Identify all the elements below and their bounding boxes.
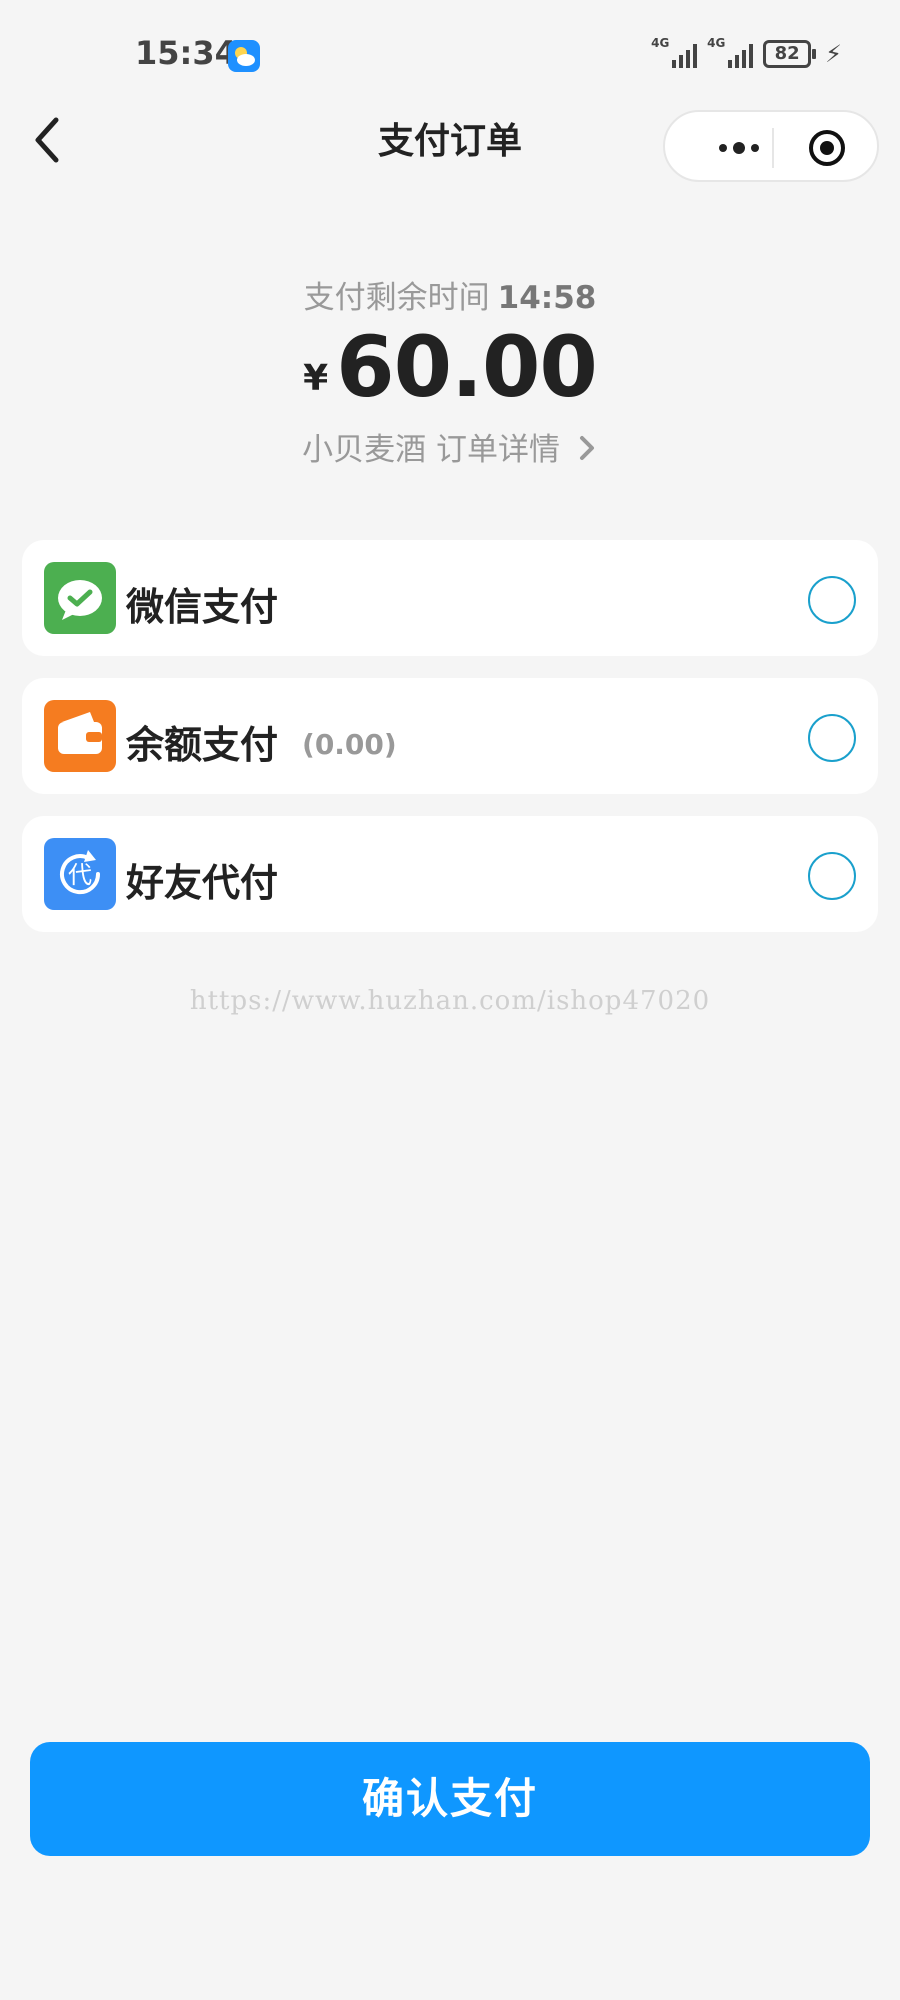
mini-program-capsule xyxy=(663,110,879,182)
payment-option-label: 余额支付 (0.00) xyxy=(126,723,397,767)
capsule-divider xyxy=(772,128,774,168)
payment-option-friend-pay[interactable]: 代 好友代付 xyxy=(22,816,878,932)
charging-icon: ⚡ xyxy=(825,40,842,68)
balance-amount: (0.00) xyxy=(302,728,397,761)
countdown-timer: 14:58 xyxy=(497,280,597,316)
signal-icon: 4G xyxy=(707,36,754,70)
order-detail-link[interactable]: 小贝麦酒 订单详情 xyxy=(0,424,900,469)
merchant-name: 小贝麦酒 xyxy=(302,432,427,468)
payment-radio[interactable] xyxy=(808,576,856,624)
more-dots-icon[interactable] xyxy=(693,134,773,162)
payment-radio[interactable] xyxy=(808,714,856,762)
signal-icon: 4G xyxy=(651,36,698,70)
status-time: 15:34 xyxy=(135,34,237,72)
order-amount: ¥60.00 xyxy=(0,318,900,416)
svg-text:代: 代 xyxy=(68,861,92,889)
payment-option-label: 好友代付 xyxy=(126,861,279,905)
payment-option-label: 微信支付 xyxy=(126,585,279,629)
status-indicators: 4G 4G 82 ⚡ xyxy=(651,36,842,70)
payment-option-wechat[interactable]: 微信支付 xyxy=(22,540,878,656)
payment-method-list: 微信支付 余额支付 (0.00) 代 好友代付 xyxy=(22,540,878,954)
amount-value: 60.00 xyxy=(336,318,598,416)
chevron-right-icon xyxy=(579,436,594,460)
payment-option-balance[interactable]: 余额支付 (0.00) xyxy=(22,678,878,794)
currency-symbol: ¥ xyxy=(303,358,329,399)
wallet-icon xyxy=(44,700,116,772)
proxy-pay-icon: 代 xyxy=(44,838,116,910)
remaining-label: 支付剩余时间 xyxy=(303,280,490,316)
target-icon[interactable] xyxy=(807,128,847,168)
wechat-icon xyxy=(44,562,116,634)
status-bar: 15:34 4G 4G 82 ⚡ xyxy=(0,0,900,110)
payment-radio[interactable] xyxy=(808,852,856,900)
confirm-payment-button[interactable]: 确认支付 xyxy=(30,1742,870,1856)
watermark: https://www.huzhan.com/ishop47020 xyxy=(189,986,711,1016)
detail-link-label: 订单详情 xyxy=(436,432,560,468)
remaining-time: 支付剩余时间 14:58 xyxy=(0,272,900,317)
battery-icon: 82 xyxy=(763,40,817,68)
weather-icon xyxy=(228,40,260,72)
